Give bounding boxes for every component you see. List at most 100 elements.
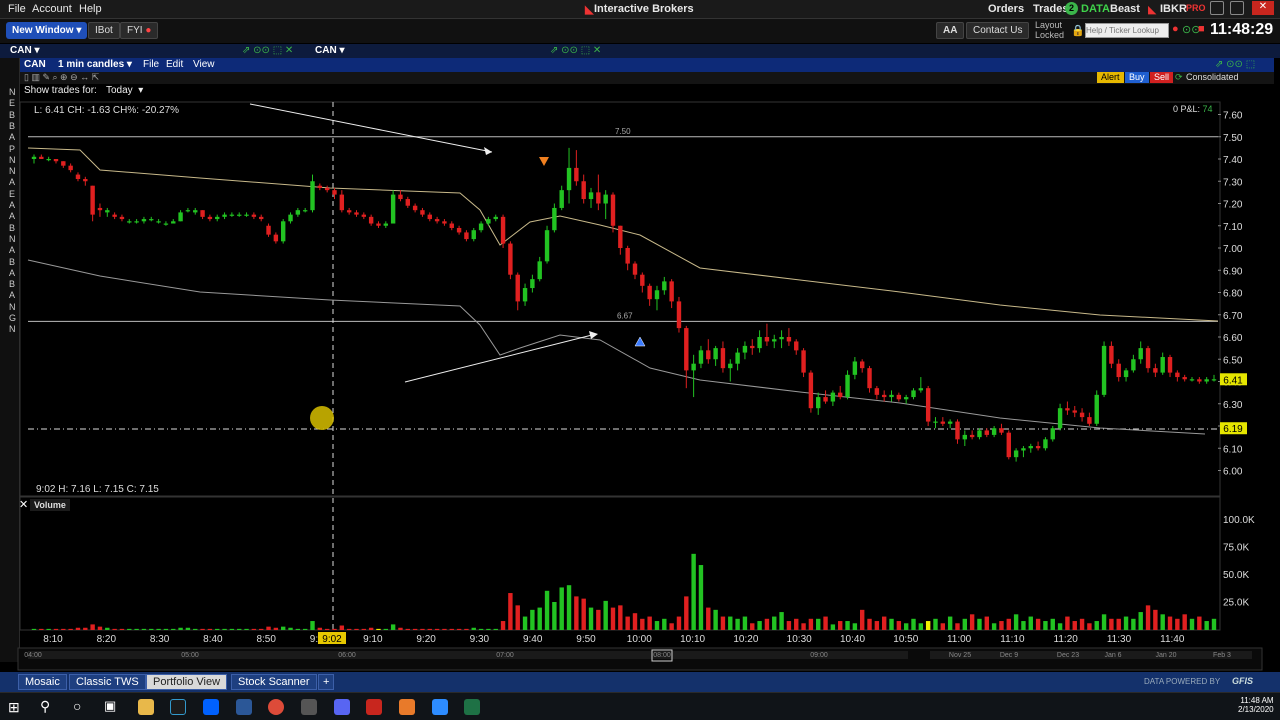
time-tick-label: 9:10: [363, 634, 383, 645]
candle-body: [530, 279, 535, 289]
volume-bar: [310, 621, 315, 630]
discord-icon[interactable]: [334, 699, 350, 715]
volume-bar: [654, 621, 660, 630]
candle-body: [955, 421, 960, 440]
candle-body: [515, 274, 520, 302]
volume-bar: [1131, 618, 1136, 630]
volume-bar: [1145, 605, 1151, 630]
add-tab-button[interactable]: +: [318, 674, 335, 690]
volume-bar: [662, 618, 667, 630]
candle-body: [508, 243, 513, 275]
tws-icon[interactable]: [366, 699, 382, 715]
search-icon[interactable]: ⚲: [40, 698, 50, 715]
volume-bar: [339, 625, 345, 630]
candle-body: [669, 281, 674, 302]
volume-bar: [984, 616, 989, 630]
volume-bar: [764, 618, 770, 630]
volume-bar: [625, 616, 630, 630]
volume-bar: [874, 621, 880, 630]
zoom-icon[interactable]: [432, 699, 448, 715]
candle-body: [720, 348, 726, 369]
candle-body: [412, 205, 418, 211]
candle-body: [127, 221, 132, 223]
volume-bar: [750, 623, 755, 630]
close-volume-icon[interactable]: ✕: [19, 498, 28, 511]
candle-body: [1131, 359, 1136, 371]
volume-bar: [390, 624, 396, 630]
navigator-track: [28, 651, 908, 659]
candle-body: [302, 210, 308, 212]
app2-icon[interactable]: [301, 699, 317, 715]
chrome-icon[interactable]: [268, 699, 284, 715]
candle-body: [632, 263, 638, 275]
windows-start-icon[interactable]: ⊞: [8, 699, 20, 716]
volume-bar: [280, 626, 286, 630]
volume-bar: [940, 623, 946, 630]
candle-body: [566, 167, 572, 191]
volume-bar: [61, 628, 66, 630]
volume-bar: [75, 627, 81, 630]
volume-bar: [251, 628, 257, 630]
candle-body: [728, 363, 733, 369]
candle-body: [684, 328, 689, 371]
app3-icon[interactable]: [399, 699, 415, 715]
candle-body: [1167, 357, 1173, 373]
volume-bar: [845, 621, 850, 630]
candle-body: [706, 350, 711, 360]
volume-bar: [1153, 609, 1158, 630]
price-tick-label: 6.00: [1223, 467, 1243, 478]
candle-body: [456, 227, 462, 233]
candle-body: [1182, 377, 1187, 380]
candle-body: [280, 221, 286, 242]
volume-bar: [1028, 616, 1033, 630]
tab-classic-tws[interactable]: Classic TWS: [69, 674, 146, 690]
tab-mosaic[interactable]: Mosaic: [18, 674, 67, 690]
time-tick-label: 10:10: [680, 634, 705, 645]
candle-body: [390, 194, 396, 224]
volume-bar: [1035, 618, 1041, 630]
candle-body: [574, 167, 579, 182]
volume-bar: [801, 623, 806, 630]
price-info-line: L: 6.41 CH: -1.63 CH%: -20.27%: [34, 105, 180, 116]
volume-tick-label: 100.0K: [1223, 515, 1255, 526]
price-tick-label: 7.40: [1223, 155, 1243, 166]
cortana-icon[interactable]: ○: [73, 698, 81, 714]
stocks-app-icon[interactable]: [170, 699, 186, 715]
time-tick-label: 9:50: [576, 634, 596, 645]
navigator-date-label: 07:00: [496, 652, 514, 659]
candle-body: [779, 337, 784, 340]
volume-bar: [515, 605, 520, 630]
price-tag-label: 6.19: [1223, 424, 1243, 435]
volume-bar: [852, 623, 858, 630]
task-view-icon[interactable]: ▣: [104, 698, 116, 714]
candle-body: [105, 210, 110, 213]
candle-body: [119, 216, 125, 220]
cursor-time-label: 9:02: [322, 634, 342, 645]
candle-body: [193, 210, 198, 213]
candle-body: [1175, 372, 1180, 378]
taskbar-time: 11:48 AM: [1240, 696, 1274, 705]
price-chart[interactable]: 7.60 7.50 7.40 7.30 7.20 7.10 7.00 6.90 6.80 6.70…: [0, 0, 1280, 672]
tab-stock-scanner[interactable]: Stock Scanner: [231, 674, 317, 690]
candle-body: [31, 156, 37, 159]
candle-body: [1043, 439, 1048, 449]
volume-bar: [68, 628, 73, 630]
candle-body: [874, 388, 880, 395]
volume-bar: [830, 624, 836, 630]
price-tick-label: 6.50: [1223, 355, 1243, 366]
dropbox-icon[interactable]: [203, 699, 219, 715]
candle-body: [1123, 370, 1129, 378]
app-icon[interactable]: [236, 699, 252, 715]
candle-body: [647, 285, 652, 300]
candle-body: [845, 374, 850, 398]
volume-bar: [1050, 618, 1055, 630]
volume-bar: [105, 627, 110, 630]
file-explorer-icon[interactable]: [138, 699, 154, 715]
volume-bar: [171, 628, 176, 630]
tab-portfolio-view[interactable]: Portfolio View: [146, 674, 228, 690]
candle-body: [405, 199, 410, 206]
excel-icon[interactable]: [464, 699, 480, 715]
annotation-arrow-head: [484, 147, 492, 155]
volume-bar: [691, 553, 696, 630]
volume-bar: [412, 628, 418, 630]
